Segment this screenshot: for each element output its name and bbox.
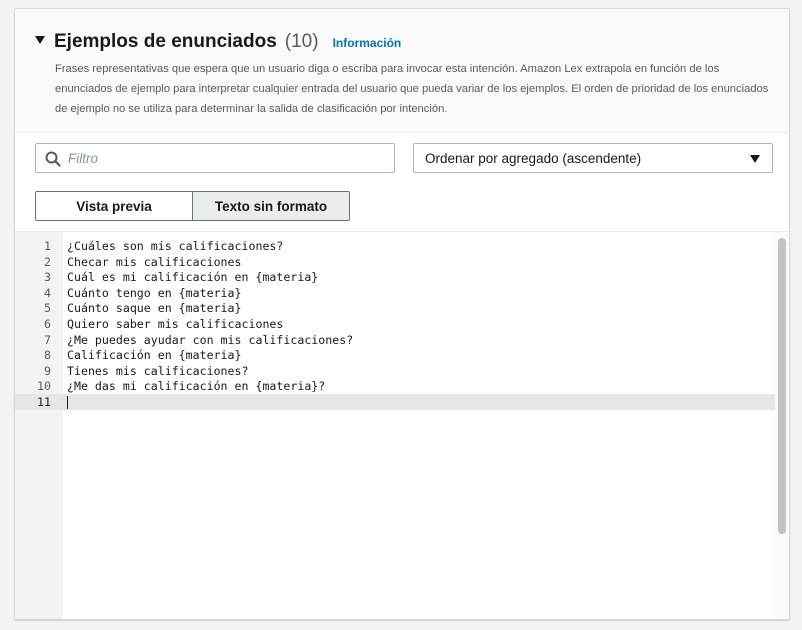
info-link[interactable]: Información <box>333 36 402 50</box>
search-icon <box>45 151 61 167</box>
utterance-text[interactable]: Cuánto saque en {materia} <box>67 300 242 316</box>
tab-raw-text[interactable]: Texto sin formato <box>193 192 349 220</box>
text-cursor <box>67 396 68 409</box>
panel-header: Ejemplos de enunciados (10) Información … <box>15 9 789 133</box>
line-number: 9 <box>44 363 51 378</box>
line-number: 8 <box>44 348 51 363</box>
section-title-row[interactable]: Ejemplos de enunciados (10) Información <box>35 31 401 55</box>
section-description: Frases representativas que espera que un… <box>55 63 769 115</box>
section-title[interactable]: Ejemplos de enunciados <box>54 31 277 53</box>
line-number: 2 <box>44 254 51 269</box>
utterance-text[interactable]: ¿Me das mi calificación en {materia}? <box>67 378 325 394</box>
editor-line[interactable]: 8 Calificación en {materia} <box>15 347 775 363</box>
utterance-text[interactable]: Checar mis calificaciones <box>67 254 242 270</box>
editor-line[interactable]: 3 Cuál es mi calificación en {materia} <box>15 269 775 285</box>
line-number: 3 <box>44 270 51 285</box>
utterances-panel: Ejemplos de enunciados (10) Información … <box>14 8 790 620</box>
utterance-text[interactable]: Tienes mis calificaciones? <box>67 363 248 379</box>
view-toggle: Vista previa Texto sin formato <box>35 191 350 221</box>
sort-select[interactable]: Ordenar por agregado (ascendente) <box>413 143 773 173</box>
utterance-text[interactable]: Cuánto tengo en {materia} <box>67 285 242 301</box>
editor-line[interactable]: 4 Cuánto tengo en {materia} <box>15 285 775 301</box>
filter-box[interactable] <box>35 143 395 173</box>
line-number: 1 <box>44 239 51 253</box>
editor-line[interactable]: 5 Cuánto saque en {materia} <box>15 300 775 316</box>
editor-line[interactable]: 2 Checar mis calificaciones <box>15 254 775 270</box>
utterance-text[interactable]: Calificación en {materia} <box>67 347 242 363</box>
utterance-text[interactable]: ¿Me puedes ayudar con mis calificaciones… <box>67 332 353 348</box>
sort-selected-value: Ordenar por agregado (ascendente) <box>425 150 642 166</box>
line-number: 7 <box>44 332 51 347</box>
utterance-editor[interactable]: 1 ¿Cuáles son mis calificaciones? 2 Checar … <box>15 231 789 619</box>
caret-down-icon <box>750 155 760 163</box>
line-number: 11 <box>37 395 51 409</box>
editor-line[interactable]: 7 ¿Me puedes ayudar con mis calificacione… <box>15 332 775 348</box>
editor-line[interactable]: 11 <box>15 394 775 410</box>
tab-preview[interactable]: Vista previa <box>36 192 193 220</box>
editor-line[interactable]: 10 ¿Me das mi calificación en {materia}? <box>15 378 775 394</box>
filter-input[interactable] <box>68 144 388 172</box>
line-number: 10 <box>37 379 51 394</box>
editor-line[interactable]: 1 ¿Cuáles son mis calificaciones? <box>15 238 775 254</box>
line-number: 4 <box>44 285 51 300</box>
editor-line[interactable]: 6 Quiero saber mis calificaciones <box>15 316 775 332</box>
utterance-text[interactable]: ¿Cuáles son mis calificaciones? <box>67 238 283 254</box>
editor-scrollbar[interactable] <box>775 232 789 619</box>
line-number: 6 <box>44 317 51 331</box>
editor-line[interactable]: 9 Tienes mis calificaciones? <box>15 363 775 379</box>
utterance-text[interactable]: Quiero saber mis calificaciones <box>67 316 283 332</box>
utterance-text[interactable]: Cuál es mi calificación en {materia} <box>67 269 318 285</box>
utterance-count: (10) <box>284 31 319 52</box>
collapse-caret-icon[interactable] <box>35 36 45 44</box>
line-number: 5 <box>44 301 51 316</box>
editor-scrollbar-thumb[interactable] <box>778 238 786 534</box>
